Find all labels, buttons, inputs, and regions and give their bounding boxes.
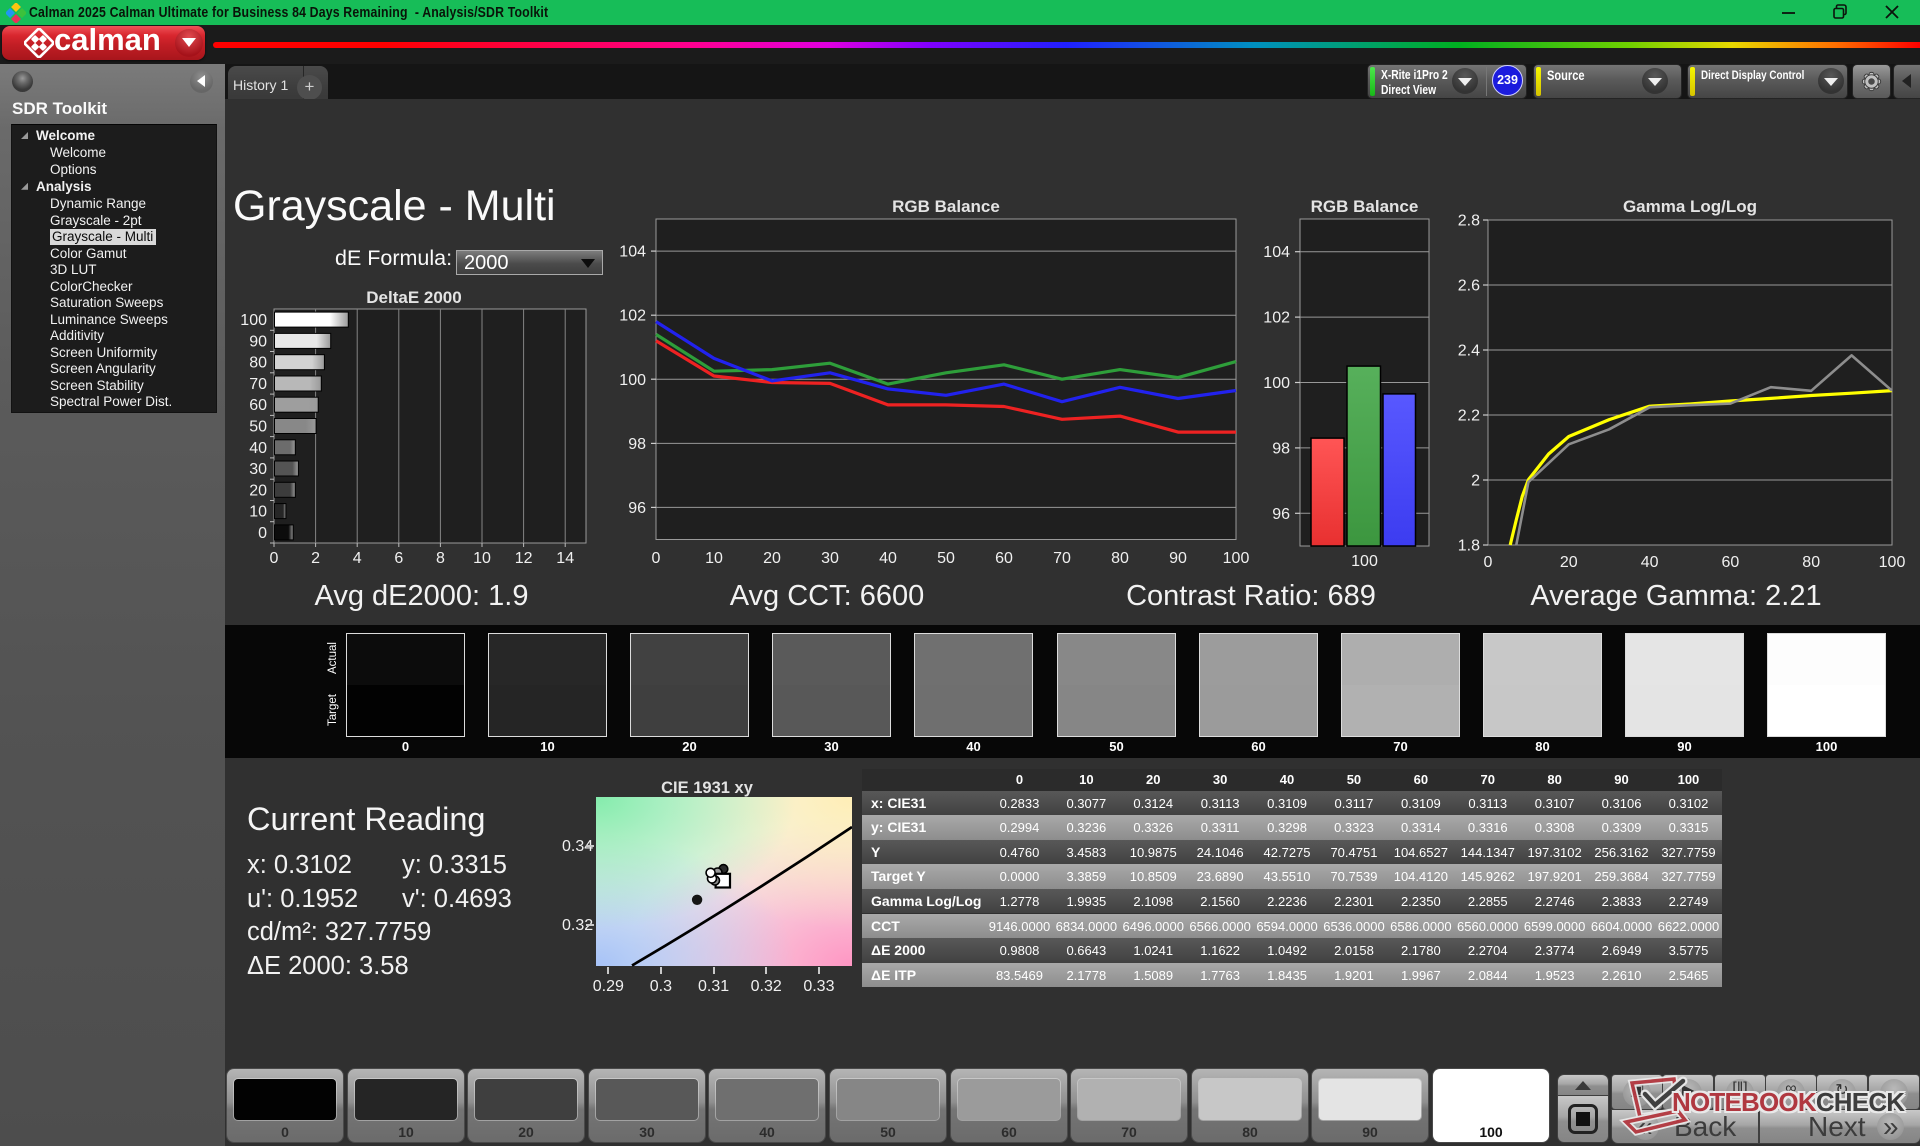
svg-text:1.8: 1.8 (1458, 538, 1480, 555)
svg-text:100: 100 (1351, 553, 1378, 570)
svg-text:2.4: 2.4 (1458, 343, 1480, 360)
svg-text:2: 2 (1471, 473, 1480, 490)
svg-text:20: 20 (1560, 554, 1578, 571)
svg-text:6: 6 (394, 550, 403, 567)
svg-text:80: 80 (1802, 554, 1820, 571)
svg-text:40: 40 (1641, 554, 1659, 571)
svg-text:90: 90 (1169, 550, 1187, 567)
svg-text:98: 98 (628, 436, 646, 453)
svg-text:12: 12 (515, 550, 533, 567)
svg-text:60: 60 (249, 397, 267, 414)
svg-text:102: 102 (1263, 310, 1290, 327)
svg-text:20: 20 (249, 482, 267, 499)
svg-text:30: 30 (821, 550, 839, 567)
svg-text:RGB Balance: RGB Balance (892, 197, 1000, 216)
svg-text:70: 70 (249, 376, 267, 393)
svg-text:0: 0 (1484, 554, 1493, 571)
svg-text:50: 50 (249, 419, 267, 436)
svg-text:104: 104 (1263, 244, 1290, 261)
svg-text:20: 20 (763, 550, 781, 567)
svg-text:0: 0 (652, 550, 661, 567)
svg-text:0: 0 (258, 525, 267, 542)
svg-text:14: 14 (556, 550, 574, 567)
svg-text:90: 90 (249, 333, 267, 350)
svg-text:100: 100 (619, 372, 646, 389)
svg-text:Gamma Log/Log: Gamma Log/Log (1623, 197, 1757, 216)
svg-text:104: 104 (619, 244, 646, 261)
svg-text:10: 10 (473, 550, 491, 567)
svg-text:2.6: 2.6 (1458, 278, 1480, 295)
svg-text:30: 30 (249, 461, 267, 478)
svg-text:10: 10 (249, 504, 267, 521)
svg-text:96: 96 (628, 500, 646, 517)
svg-text:2: 2 (311, 550, 320, 567)
svg-text:80: 80 (249, 355, 267, 372)
svg-text:60: 60 (1722, 554, 1740, 571)
svg-text:0: 0 (270, 550, 279, 567)
svg-text:100: 100 (1223, 550, 1250, 567)
svg-text:2.8: 2.8 (1458, 213, 1480, 230)
svg-text:50: 50 (937, 550, 955, 567)
svg-text:96: 96 (1272, 506, 1290, 523)
svg-text:10: 10 (705, 550, 723, 567)
svg-text:40: 40 (249, 440, 267, 457)
svg-text:100: 100 (1879, 554, 1906, 571)
svg-text:98: 98 (1272, 440, 1290, 457)
svg-text:70: 70 (1053, 550, 1071, 567)
svg-text:100: 100 (240, 312, 267, 329)
svg-text:60: 60 (995, 550, 1013, 567)
svg-text:100: 100 (1263, 375, 1290, 392)
svg-text:102: 102 (619, 308, 646, 325)
svg-text:RGB Balance: RGB Balance (1311, 197, 1419, 216)
svg-text:80: 80 (1111, 550, 1129, 567)
svg-text:2.2: 2.2 (1458, 408, 1480, 425)
svg-text:8: 8 (436, 550, 445, 567)
svg-text:4: 4 (353, 550, 362, 567)
svg-text:DeltaE 2000: DeltaE 2000 (366, 288, 461, 307)
svg-text:40: 40 (879, 550, 897, 567)
